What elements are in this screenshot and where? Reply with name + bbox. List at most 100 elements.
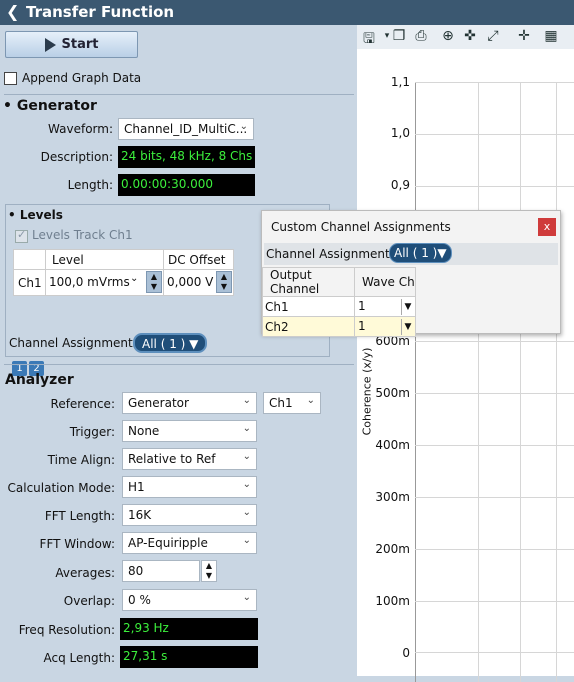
length-label: Length: (67, 178, 113, 192)
table-icon[interactable]: ▦ (542, 28, 560, 46)
reference-label: Reference: (50, 397, 115, 411)
overlap-select[interactable]: 0 % ⌄ (122, 589, 257, 611)
page-title: Transfer Function (26, 3, 175, 21)
play-icon (44, 37, 56, 52)
level-spinner[interactable]: ▲ ▼ (146, 271, 162, 293)
chevron-down-icon: ⌄ (242, 479, 251, 490)
grid-line (415, 393, 574, 394)
graph-panel: 🖫 ▾ ❐ ⎙ ⊕ ✜ ⤢ ✛ ▦ 1,1 1,0 0,9 600m 500m … (357, 25, 574, 682)
averages-label: Averages: (55, 566, 115, 580)
back-arrow-icon[interactable]: ❮ (6, 2, 19, 21)
grid-line (415, 341, 574, 342)
cursor-icon[interactable]: ✛ (515, 28, 533, 46)
overlap-value: 0 % (128, 593, 151, 607)
reference-select[interactable]: Generator ⌄ (122, 392, 257, 414)
channel-assignments-dropdown[interactable]: All ( 1 ) ▼ (133, 333, 208, 353)
reference-channel-value: Ch1 (269, 396, 293, 410)
fft-length-select[interactable]: 16K ⌄ (122, 504, 257, 526)
dialog-assign-row: Channel Assignments: All ( 1 )▼ (264, 243, 558, 265)
row-channel: Ch1 (13, 269, 46, 296)
levels-track-checkbox[interactable]: ✓ (15, 228, 28, 243)
grid-line (415, 549, 574, 550)
trigger-label: Trigger: (69, 425, 115, 439)
level-value: 100,0 mVrms (49, 275, 130, 289)
reference-channel-select[interactable]: Ch1 ⌄ (263, 392, 321, 414)
dialog-assign-value: All ( 1 ) (394, 246, 438, 260)
zoom-icon[interactable]: ⊕ (439, 28, 457, 46)
trigger-select[interactable]: None ⌄ (122, 420, 257, 442)
chevron-down-icon: ⌄ (242, 451, 251, 462)
fft-window-value: AP-Equiripple (128, 536, 208, 550)
calculation-mode-value: H1 (128, 480, 145, 494)
fft-window-select[interactable]: AP-Equiripple ⌄ (122, 532, 257, 554)
y-tick-label: 1,0 (390, 126, 410, 140)
save-icon[interactable]: 🖫 (360, 28, 378, 47)
wave-channel-value: 1 (358, 319, 366, 333)
chevron-down-icon: ⌄ (130, 273, 139, 284)
dialog-assign-dropdown[interactable]: All ( 1 )▼ (389, 243, 452, 263)
time-align-value: Relative to Ref (128, 452, 216, 466)
start-button[interactable]: Start (5, 31, 138, 58)
output-channel-cell: Ch1 (262, 296, 355, 317)
fit-icon[interactable]: ⤢ (484, 28, 502, 46)
fft-length-value: 16K (128, 508, 152, 522)
grid-line (520, 82, 521, 682)
y-tick-label: 200m (375, 542, 410, 556)
col-dc-offset: DC Offset (163, 249, 234, 270)
y-tick-label: 0 (402, 646, 410, 660)
wave-channel-select[interactable]: 1 ▼ (354, 296, 416, 317)
description-label: Description: (40, 150, 113, 164)
close-icon[interactable]: x (538, 218, 556, 236)
output-channel-cell: Ch2 (262, 316, 355, 337)
grid-line (415, 652, 574, 653)
level-cell[interactable]: 100,0 mVrms ⌄ ▲ ▼ (45, 269, 164, 296)
averages-input[interactable]: 80 (122, 560, 200, 582)
dc-offset-cell[interactable]: 0,000 V ▲ ▼ (163, 269, 234, 296)
y-tick-label: 0,9 (390, 178, 410, 192)
col-wave-channel: Wave Ch (354, 267, 416, 297)
title-bar: ❮ Transfer Function (0, 0, 574, 25)
divider (4, 364, 354, 365)
append-checkbox[interactable] (4, 72, 17, 85)
y-axis-label: Coherence (x/y) (360, 347, 374, 436)
grid-line (556, 82, 557, 682)
print-icon[interactable]: ⎙ (412, 28, 430, 46)
waveform-select[interactable]: Channel_ID_MultiC... ⌄ (118, 118, 254, 140)
chevron-down-icon: ⌄ (242, 592, 251, 603)
chevron-down-icon: ⌄ (242, 395, 251, 406)
levels-track-label: Levels Track Ch1 (32, 228, 133, 242)
channel-assignments-value: All ( 1 ) (142, 337, 186, 351)
y-tick-label: 500m (375, 386, 410, 400)
y-tick-label: 300m (375, 490, 410, 504)
levels-heading: • Levels (8, 208, 63, 222)
chevron-down-icon: ⌄ (306, 395, 315, 406)
dc-offset-spinner[interactable]: ▲ ▼ (216, 271, 232, 293)
freq-resolution-label: Freq Resolution: (18, 623, 115, 637)
grid-line (415, 82, 574, 83)
time-align-select[interactable]: Relative to Ref ⌄ (122, 448, 257, 470)
wave-channel-value: 1 (358, 299, 366, 313)
custom-channel-assignments-dialog: Custom Channel Assignments x Channel Ass… (261, 210, 561, 337)
channel-assignments-label: Channel Assignments: (9, 336, 144, 350)
description-value: 24 bits, 48 kHz, 8 Chs (118, 146, 255, 168)
chevron-down-icon: ⌄ (242, 507, 251, 518)
grid-line (415, 186, 574, 187)
pan-icon[interactable]: ✜ (461, 28, 479, 46)
assignments-table: Output Channel Wave Ch Ch1 1 ▼ Ch2 1 ▼ (262, 267, 416, 337)
copy-icon[interactable]: ❐ (390, 28, 408, 46)
averages-spinner[interactable]: ▲ ▼ (201, 560, 217, 582)
calculation-mode-select[interactable]: H1 ⌄ (122, 476, 257, 498)
wave-channel-select[interactable]: 1 ▼ (354, 316, 416, 337)
grid-line (415, 497, 574, 498)
fft-length-label: FFT Length: (44, 509, 115, 523)
y-tick-label: 1,1 (390, 75, 410, 89)
fft-window-label: FFT Window: (39, 537, 115, 551)
graph-toolbar: 🖫 ▾ ❐ ⎙ ⊕ ✜ ⤢ ✛ ▦ (357, 25, 574, 49)
levels-table: Level DC Offset Ch1 100,0 mVrms ⌄ ▲ ▼ 0,0… (13, 249, 234, 296)
reference-value: Generator (128, 396, 189, 410)
analyzer-heading: Analyzer (5, 372, 74, 388)
col-output-channel: Output Channel (262, 267, 355, 297)
generator-heading: • Generator (3, 98, 97, 114)
col-level: Level (45, 249, 164, 270)
waveform-value: Channel_ID_MultiC... (124, 122, 248, 136)
